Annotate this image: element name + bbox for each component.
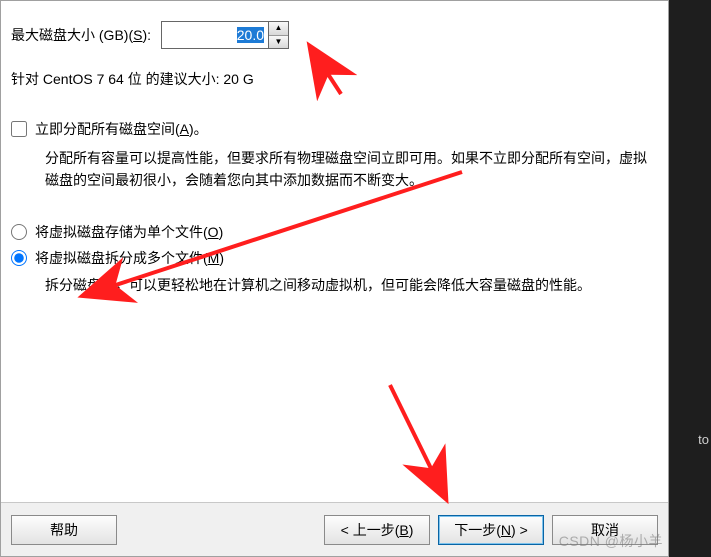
allocate-now-checkbox[interactable] [11,121,27,137]
external-sidebar: to [669,0,711,557]
recommended-size-hint: 针对 CentOS 7 64 位 的建议大小: 20 G [11,69,658,89]
wizard-dialog: 最大磁盘大小 (GB)(S): ▲ ▼ 针对 CentOS 7 64 位 的建议… [0,0,669,557]
spinner-down-button[interactable]: ▼ [269,36,288,49]
disk-size-input[interactable] [161,21,269,49]
watermark: CSDN @杨小羊 [559,531,663,551]
allocate-now-row: 立即分配所有磁盘空间(A)。 [11,119,658,139]
disk-size-spinner: ▲ ▼ [161,21,289,49]
store-single-label: 将虚拟磁盘存储为单个文件(O) [35,222,223,242]
help-button[interactable]: 帮助 [11,515,117,545]
spinner-up-button[interactable]: ▲ [269,22,288,36]
store-split-label: 将虚拟磁盘拆分成多个文件(M) [35,248,224,268]
back-button[interactable]: < 上一步(B) [324,515,430,545]
store-split-row: 将虚拟磁盘拆分成多个文件(M) [11,248,658,268]
store-split-radio[interactable] [11,250,27,266]
sidebar-marker: to [698,432,709,447]
disk-size-label: 最大磁盘大小 (GB)(S): [11,25,151,45]
store-single-row: 将虚拟磁盘存储为单个文件(O) [11,222,658,242]
disk-size-row: 最大磁盘大小 (GB)(S): ▲ ▼ [11,21,658,49]
store-single-radio[interactable] [11,224,27,240]
allocate-now-desc: 分配所有容量可以提高性能，但要求所有物理磁盘空间立即可用。如果不立即分配所有空间… [45,147,658,192]
next-button[interactable]: 下一步(N) > [438,515,544,545]
dialog-content: 最大磁盘大小 (GB)(S): ▲ ▼ 针对 CentOS 7 64 位 的建议… [1,1,668,336]
allocate-now-label: 立即分配所有磁盘空间(A)。 [35,119,208,139]
spinner-buttons: ▲ ▼ [269,21,289,49]
store-split-desc: 拆分磁盘后，可以更轻松地在计算机之间移动虚拟机，但可能会降低大容量磁盘的性能。 [45,274,658,296]
